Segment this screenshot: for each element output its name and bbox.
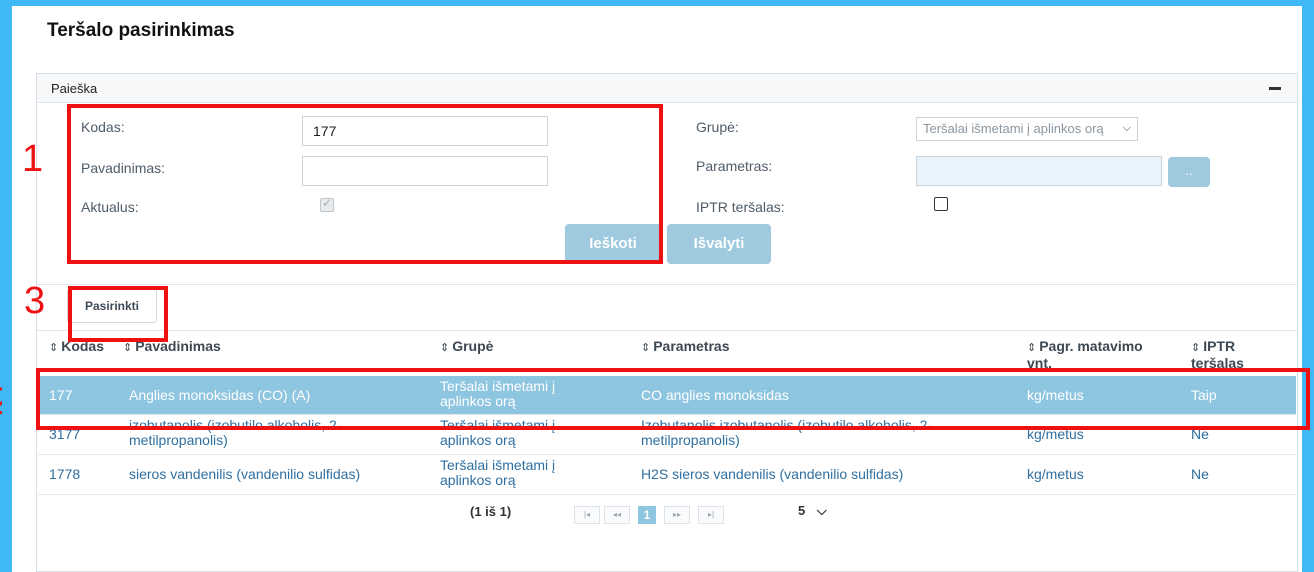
cell-pavadinimas: sieros vandenilis (vandenilio sulfidas): [129, 466, 361, 482]
annotation-number-3: 3: [24, 280, 46, 322]
table-row[interactable]: 1778 sieros vandenilis (vandenilio sulfi…: [38, 455, 1296, 493]
column-header-parametras[interactable]: ⇕ Parametras: [641, 339, 730, 356]
page-title: Teršalo pasirinkimas: [47, 20, 235, 41]
grupe-select-value: Teršalai išmetami į aplinkos orą: [923, 121, 1104, 136]
panel-title: Paieška: [51, 81, 98, 96]
sort-icon: ⇕: [641, 342, 651, 354]
cell-iptr: Ne: [1191, 466, 1209, 482]
cell-vnt: kg/metus: [1027, 466, 1084, 482]
page-size-select[interactable]: 5 ⌵: [798, 503, 827, 519]
pager-summary: (1 iš 1): [470, 504, 512, 519]
chevron-down-icon: ⌵: [1122, 122, 1131, 134]
chevron-down-icon: ⌵: [816, 503, 827, 518]
first-page-button[interactable]: |◂: [574, 506, 600, 524]
sort-icon: ⇕: [1027, 342, 1037, 354]
sort-icon: ⇕: [49, 342, 59, 354]
sort-icon: ⇕: [1191, 342, 1201, 354]
sort-icon: ⇕: [440, 342, 450, 354]
parametras-label: Parametras:: [696, 158, 773, 174]
last-page-button[interactable]: ▸|: [698, 506, 724, 524]
cell-grupe: Teršalai išmetami į aplinkos orą: [440, 457, 556, 488]
panel-header[interactable]: Paieška: [37, 74, 1297, 103]
cell-kodas: 1778: [49, 466, 81, 482]
annotation-box-1: [67, 104, 663, 264]
clear-button[interactable]: Išvalyti: [667, 224, 771, 264]
minus-icon[interactable]: [1269, 87, 1281, 90]
iptr-label: IPTR teršalas:: [696, 199, 785, 215]
page-size-value: 5: [798, 503, 806, 518]
column-header-iptr[interactable]: ⇕ IPTR teršalas: [1191, 339, 1271, 369]
frame-border-top: [0, 0, 1314, 6]
sort-icon: ⇕: [123, 342, 133, 354]
iptr-checkbox[interactable]: [934, 197, 948, 211]
form-separator: [37, 284, 1297, 285]
frame-border-left: [0, 0, 12, 572]
parametras-browse-button[interactable]: ..: [1168, 157, 1210, 187]
page-number-button[interactable]: 1: [638, 506, 656, 524]
row-divider: [38, 494, 1296, 495]
parametras-input[interactable]: [916, 156, 1162, 186]
prev-page-button[interactable]: ◂◂: [604, 506, 630, 524]
annotation-number-2: 2: [0, 383, 2, 421]
annotation-number-1: 1: [22, 138, 44, 180]
annotation-box-2: [36, 368, 1310, 430]
cell-parametras: H2S sieros vandenilis (vandenilio sulfid…: [641, 466, 904, 482]
grupe-select[interactable]: Teršalai išmetami į aplinkos orą ⌵: [916, 117, 1138, 141]
next-page-button[interactable]: ▸▸: [664, 506, 690, 524]
annotation-box-3: [68, 286, 168, 342]
column-header-grupe[interactable]: ⇕ Grupė: [440, 339, 493, 356]
grupe-label: Grupė:: [696, 119, 739, 135]
column-header-vnt[interactable]: ⇕ Pagr. matavimo vnt.: [1027, 339, 1167, 369]
toolbar-separator: [37, 330, 1297, 331]
frame-border-right: [1302, 0, 1314, 572]
